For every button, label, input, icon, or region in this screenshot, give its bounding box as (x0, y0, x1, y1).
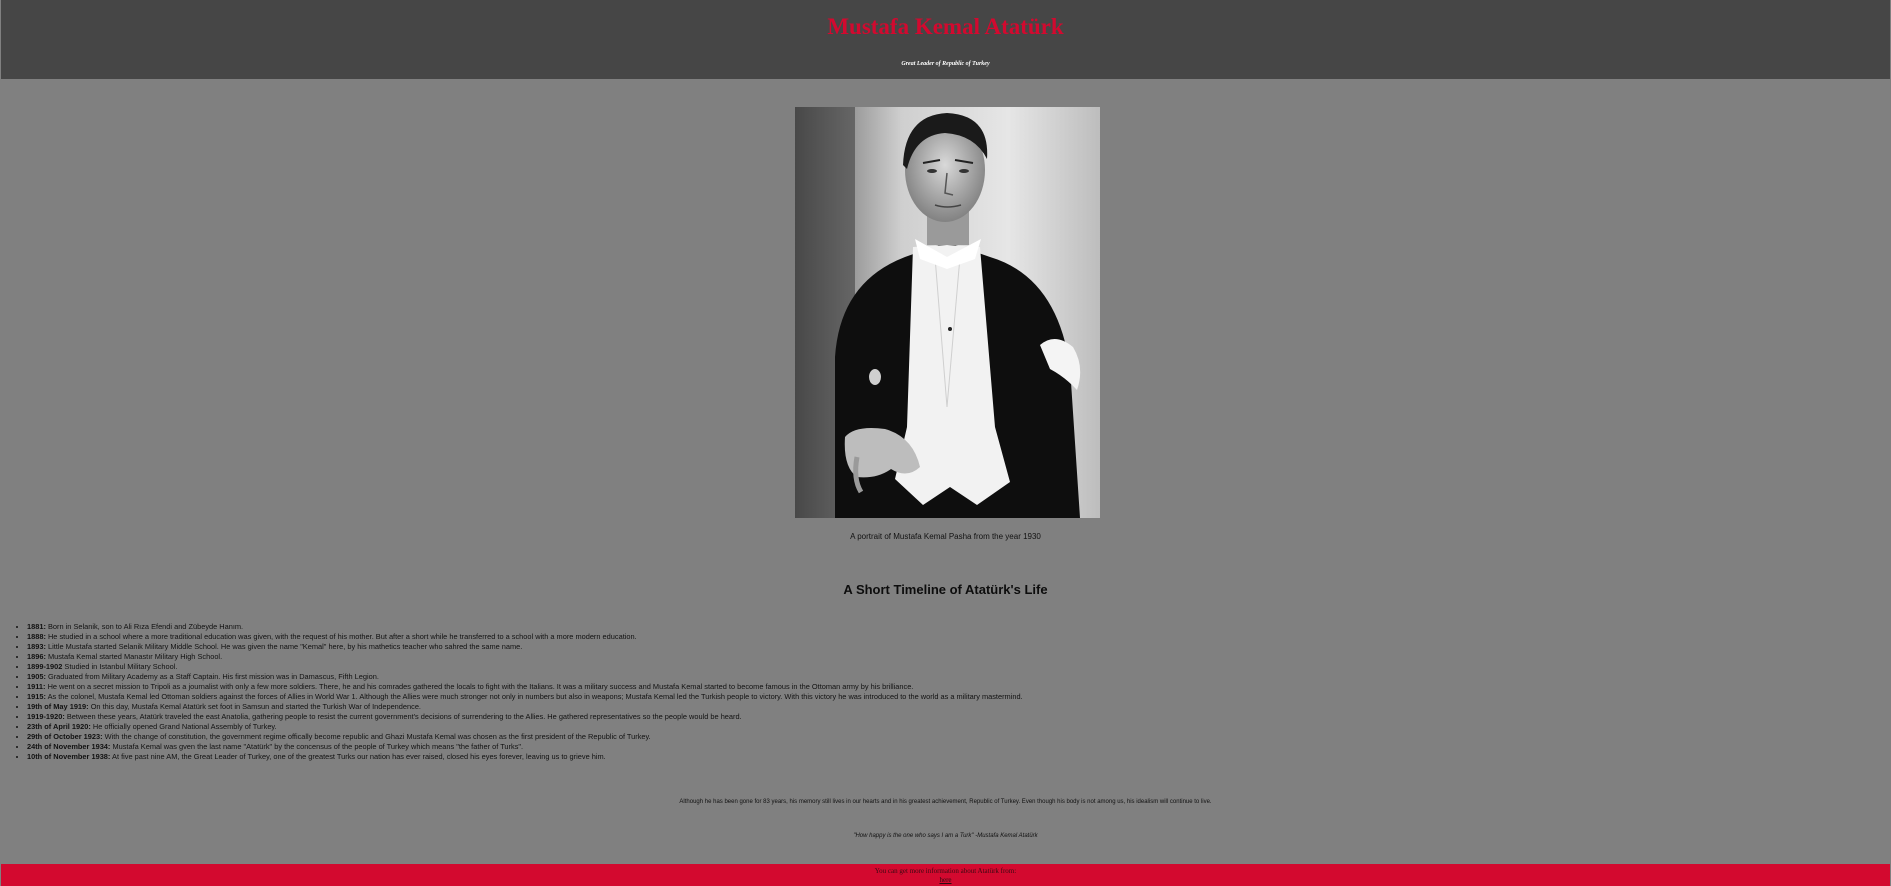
list-item: 1881: Born in Selanik, son to Ali Rıza E… (27, 622, 1887, 632)
timeline-text: At five past nine AM, the Great Leader o… (112, 752, 606, 761)
timeline-text: Mustafa Kemal was gven the last name "At… (112, 742, 524, 751)
timeline-date: 1899-1902 (27, 662, 63, 671)
list-item: 1893: Little Mustafa started Selanik Mil… (27, 642, 1887, 652)
timeline-date: 23th of April 1920: (27, 722, 91, 731)
list-item: 1896: Mustafa Kemal started Manastır Mil… (27, 652, 1887, 662)
timeline-text: On this day, Mustafa Kemal Atatürk set f… (90, 702, 421, 711)
closing-paragraph: Although he has been gone for 83 years, … (679, 799, 1212, 805)
timeline-date: 1911: (27, 682, 46, 691)
site-title: Mustafa Kemal Atatürk (827, 14, 1064, 39)
list-item: 29th of October 1923: With the change of… (27, 732, 1887, 742)
list-item: 1915: As the colonel, Mustafa Kemal led … (27, 692, 1887, 702)
site-footer: You can get more information about Atatü… (1, 864, 1890, 886)
list-item: 1919-1920: Between these years, Atatürk … (27, 712, 1887, 722)
timeline-text: He went on a secret mission to Tripoli a… (47, 682, 914, 691)
timeline-date: 24th of November 1934: (27, 742, 111, 751)
timeline-text: Between these years, Atatürk traveled th… (66, 712, 742, 721)
timeline-date: 1919-1920: (27, 712, 65, 721)
footer-text: You can get more information about Atatü… (874, 867, 1017, 875)
timeline-text: Graduated from Military Academy as a Sta… (47, 672, 379, 681)
timeline-text: As the colonel, Mustafa Kemal led Ottoma… (47, 692, 1023, 701)
site-subtitle: Great Leader of Republic of Turkey (901, 61, 990, 67)
timeline-heading: A Short Timeline of Atatürk's Life (843, 582, 1048, 597)
timeline-date: 19th of May 1919: (27, 702, 89, 711)
timeline-text: With the change of constitution, the gov… (104, 732, 651, 741)
list-item: 1905: Graduated from Military Academy as… (27, 672, 1887, 682)
timeline-date: 1896: (27, 652, 46, 661)
list-item: 1899-1902 Studied in Istanbul Military S… (27, 662, 1887, 672)
page: Mustafa Kemal Atatürk Great Leader of Re… (1, 0, 1890, 886)
timeline-text: Little Mustafa started Selanik Military … (47, 642, 523, 651)
timeline-date: 1888: (27, 632, 46, 641)
quote: "How happy is the one who says I am a Tu… (853, 833, 1038, 839)
list-item: 24th of November 1934: Mustafa Kemal was… (27, 742, 1887, 752)
timeline-text: He studied in a school where a more trad… (47, 632, 637, 641)
list-item: 1888: He studied in a school where a mor… (27, 632, 1887, 642)
list-item: 19th of May 1919: On this day, Mustafa K… (27, 702, 1887, 712)
timeline-list: 1881: Born in Selanik, son to Ali Rıza E… (13, 622, 1887, 762)
timeline-date: 1881: (27, 622, 46, 631)
footer-link[interactable]: here (939, 876, 951, 885)
timeline-text: He officially opened Grand National Asse… (92, 722, 277, 731)
site-header: Mustafa Kemal Atatürk Great Leader of Re… (1, 0, 1890, 79)
timeline-text: Born in Selanik, son to Ali Rıza Efendi … (47, 622, 244, 631)
timeline-date: 1915: (27, 692, 46, 701)
timeline-date: 29th of October 1923: (27, 732, 103, 741)
timeline-date: 1905: (27, 672, 46, 681)
timeline-text: Studied in Istanbul Military School. (64, 662, 178, 671)
portrait-image (795, 107, 1100, 518)
timeline-date: 1893: (27, 642, 46, 651)
timeline-date: 10th of November 1938: (27, 752, 111, 761)
list-item: 10th of November 1938: At five past nine… (27, 752, 1887, 762)
portrait-caption: A portrait of Mustafa Kemal Pasha from t… (850, 532, 1041, 541)
list-item: 1911: He went on a secret mission to Tri… (27, 682, 1887, 692)
portrait-photo-icon (795, 107, 1100, 518)
timeline-text: Mustafa Kemal started Manastır Military … (47, 652, 223, 661)
list-item: 23th of April 1920: He officially opened… (27, 722, 1887, 732)
